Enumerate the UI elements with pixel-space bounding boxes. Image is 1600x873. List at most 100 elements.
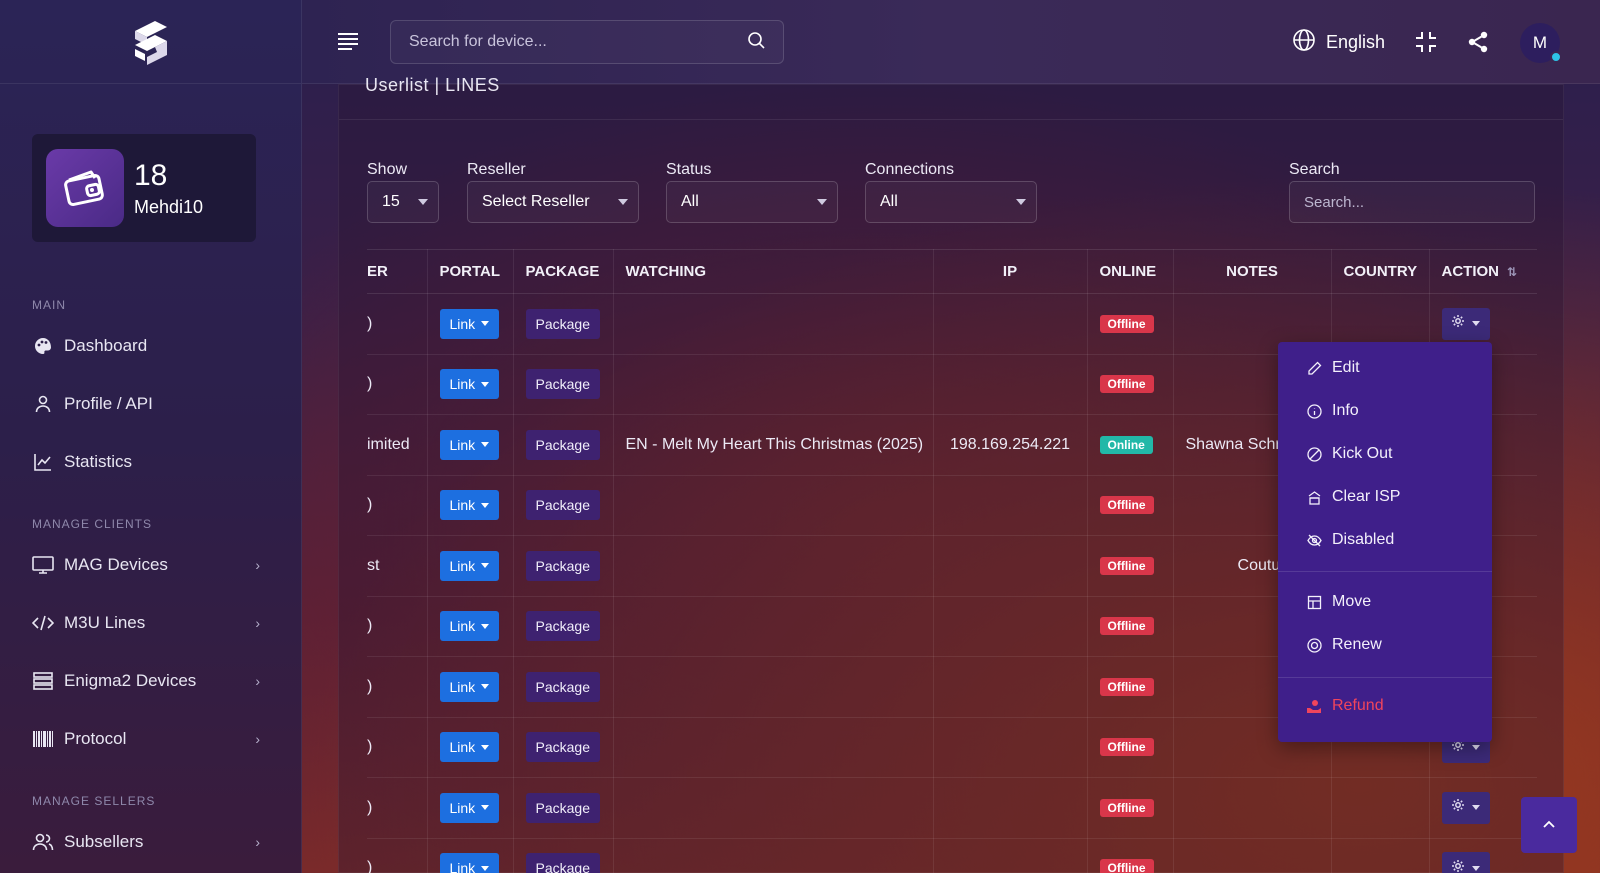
sidebar-item-label: Subsellers [64, 832, 144, 851]
status-badge: Offline [1099, 375, 1154, 394]
caret-down-icon [481, 381, 490, 387]
search-icon[interactable] [747, 31, 765, 54]
sidebar-item-subsellers[interactable]: Subsellers › [32, 827, 272, 857]
sidebar-item-label: M3U Lines [64, 613, 146, 632]
link-button[interactable]: Link [439, 550, 500, 581]
menu-item-renew[interactable]: Renew [1306, 636, 1382, 654]
package-button[interactable]: Package [525, 732, 600, 763]
action-gear-button[interactable] [1441, 307, 1490, 340]
sidebar: 18 Mehdi10 MAIN Dashboard Profile / API … [0, 0, 302, 873]
menu-item-move[interactable]: Move [1306, 593, 1371, 611]
reseller-select[interactable]: Select Reseller [467, 181, 639, 223]
fullscreen-exit-icon[interactable] [1414, 30, 1438, 54]
palette-icon [32, 335, 54, 357]
show-label: Show [367, 161, 408, 178]
cell-user: ) [367, 777, 428, 839]
sidebar-item-mag-devices[interactable]: MAG Devices › [32, 550, 272, 580]
menu-toggle-icon[interactable] [336, 30, 360, 52]
cell-online: Offline [1087, 777, 1174, 839]
menu-item-disabled[interactable]: Disabled [1306, 531, 1394, 549]
sidebar-item-statistics[interactable]: Statistics [32, 447, 272, 477]
code-icon [32, 612, 54, 634]
action-gear-button[interactable] [1441, 852, 1490, 873]
table-search-input[interactable] [1304, 193, 1534, 211]
connections-label: Connections [865, 161, 954, 178]
package-button[interactable]: Package [525, 611, 600, 642]
sort-icon[interactable]: ⇅ [1507, 265, 1517, 279]
caret-down-icon [481, 684, 490, 690]
menu-item-refund[interactable]: Refund [1306, 697, 1384, 715]
package-button[interactable]: Package [525, 853, 600, 873]
menu-item-info[interactable]: Info [1306, 402, 1359, 420]
package-button[interactable]: Package [525, 429, 600, 460]
cell-online: Offline [1087, 535, 1174, 597]
status-badge: Offline [1099, 617, 1154, 636]
link-button[interactable]: Link [439, 732, 500, 763]
link-button[interactable]: Link [439, 308, 500, 339]
package-button[interactable]: Package [525, 490, 600, 521]
status-select[interactable]: All [666, 181, 838, 223]
chart-line-icon [32, 451, 54, 473]
col-header-action[interactable]: ACTION ⇅ [1429, 249, 1537, 294]
section-title-manage-clients: MANAGE CLIENTS [32, 517, 153, 531]
cell-ip [933, 777, 1088, 839]
cell-watching [613, 535, 934, 597]
sidebar-item-protocol[interactable]: Protocol › [32, 724, 272, 754]
online-status-dot [1550, 51, 1562, 63]
menu-item-kick-out[interactable]: Kick Out [1306, 445, 1392, 463]
sidebar-item-label: MAG Devices [64, 555, 168, 574]
sidebar-item-enigma2-devices[interactable]: Enigma2 Devices › [32, 666, 272, 696]
share-icon[interactable] [1466, 30, 1490, 54]
package-button[interactable]: Package [525, 671, 600, 702]
status-badge: Offline [1099, 859, 1154, 873]
scroll-to-top-button[interactable] [1521, 797, 1577, 853]
device-search-input[interactable] [409, 33, 747, 51]
barcode-icon [32, 728, 54, 750]
package-button[interactable]: Package [525, 308, 600, 339]
link-button[interactable]: Link [439, 671, 500, 702]
sidebar-item-m3u-lines[interactable]: M3U Lines › [32, 608, 272, 638]
cell-online: Offline [1087, 838, 1174, 873]
package-button[interactable]: Package [525, 792, 600, 823]
sidebar-item-profile-api[interactable]: Profile / API [32, 389, 272, 419]
connections-select[interactable]: All [865, 181, 1037, 223]
link-button[interactable]: Link [439, 792, 500, 823]
status-badge: Offline [1099, 314, 1154, 333]
sidebar-item-label: Statistics [64, 452, 133, 471]
link-button[interactable]: Link [439, 611, 500, 642]
sidebar-item-label: Enigma2 Devices [64, 671, 197, 690]
sidebar-item-dashboard[interactable]: Dashboard [32, 331, 272, 361]
package-button[interactable]: Package [525, 369, 600, 400]
show-select-value: 15 [382, 193, 400, 210]
cell-ip: 198.169.254.221 [933, 414, 1088, 476]
cell-notes [1173, 777, 1332, 839]
chevron-right-icon: › [255, 615, 260, 631]
cell-online: Offline [1087, 656, 1174, 718]
credit-count: 18 [134, 158, 168, 192]
link-button[interactable]: Link [439, 853, 500, 873]
cell-ip [933, 717, 1088, 778]
cell-watching [613, 717, 934, 778]
cell-package: Package [513, 414, 614, 476]
cell-user: st [367, 535, 428, 597]
cell-country [1331, 777, 1430, 839]
cell-package: Package [513, 535, 614, 597]
caret-down-icon [481, 805, 490, 811]
status-select-value: All [681, 193, 699, 210]
link-button[interactable]: Link [439, 429, 500, 460]
brand-logo-icon[interactable] [129, 17, 173, 67]
link-button[interactable]: Link [439, 490, 500, 521]
menu-item-edit[interactable]: Edit [1306, 359, 1360, 377]
avatar[interactable]: M [1520, 23, 1562, 63]
gear-icon [1451, 859, 1465, 873]
building-icon [1306, 489, 1322, 505]
table-search-box [1289, 181, 1535, 223]
cell-package: Package [513, 838, 614, 873]
menu-item-clear-isp[interactable]: Clear ISP [1306, 488, 1400, 506]
package-button[interactable]: Package [525, 550, 600, 581]
reseller-label: Reseller [467, 161, 526, 178]
language-selector[interactable]: English [1292, 28, 1385, 57]
action-gear-button[interactable] [1441, 791, 1490, 824]
show-select[interactable]: 15 [367, 181, 439, 223]
link-button[interactable]: Link [439, 369, 500, 400]
